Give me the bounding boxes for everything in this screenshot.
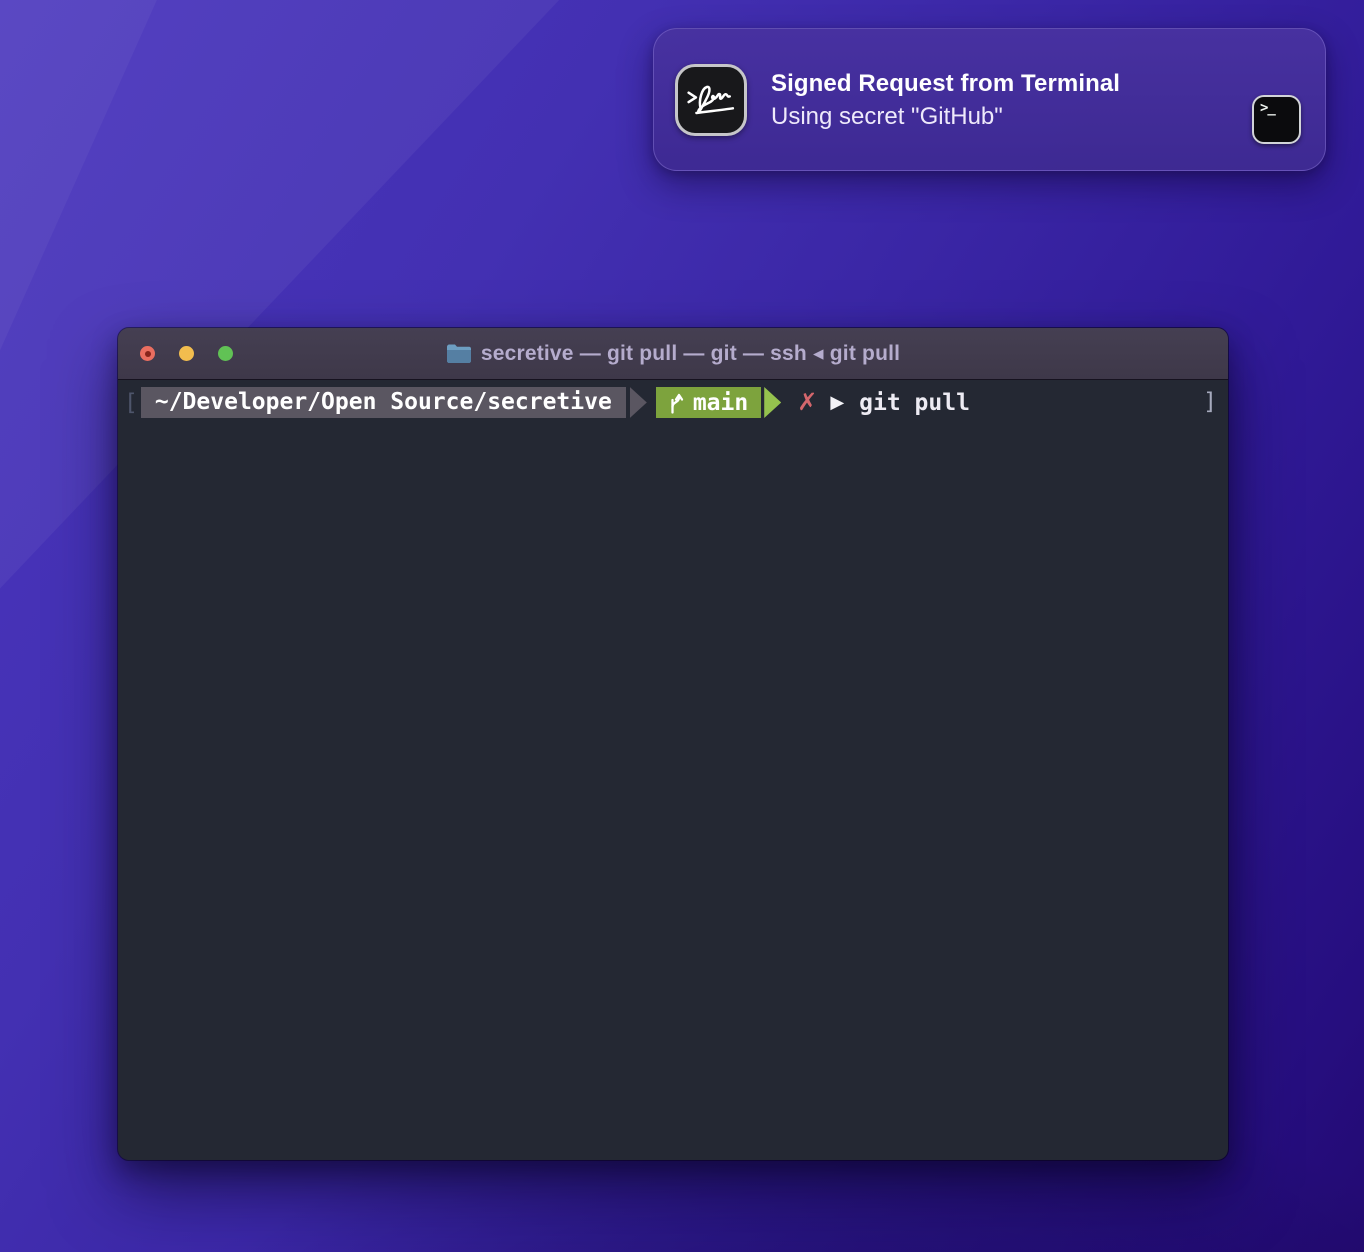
error-status-icon: ✗ <box>797 387 817 418</box>
prompt-symbol-icon: ▶ <box>830 387 844 418</box>
powerline-separator-icon <box>630 387 647 418</box>
notification-banner[interactable]: Signed Request from Terminal Using secre… <box>653 28 1326 171</box>
window-title: secretive — git pull — git — ssh ◂ git p… <box>481 341 900 366</box>
terminal-prompt-glyph: >_ <box>1260 100 1275 116</box>
git-branch-name: main <box>693 390 748 416</box>
notification-text: Signed Request from Terminal Using secre… <box>771 68 1120 132</box>
prompt-cwd-segment: ~/Developer/Open Source/secretive <box>141 387 626 418</box>
git-branch-icon <box>667 391 684 414</box>
shell-prompt-line: [ ~/Developer/Open Source/secretive main… <box>124 387 1222 418</box>
typed-command[interactable]: git pull <box>859 390 970 416</box>
signature-icon <box>685 82 737 118</box>
window-titlebar[interactable]: secretive — git pull — git — ssh ◂ git p… <box>118 328 1228 380</box>
edited-dot <box>145 351 151 357</box>
folder-icon <box>446 343 472 364</box>
zoom-button[interactable] <box>218 346 233 361</box>
terminal-window[interactable]: secretive — git pull — git — ssh ◂ git p… <box>118 328 1228 1160</box>
terminal-app-icon: >_ <box>1252 95 1301 144</box>
window-controls <box>140 328 233 379</box>
notification-title: Signed Request from Terminal <box>771 68 1120 99</box>
prompt-frame-close: ] <box>1203 387 1217 418</box>
prompt-frame-open: [ <box>124 390 138 416</box>
minimize-button[interactable] <box>179 346 194 361</box>
secretive-app-icon <box>675 64 747 136</box>
notification-subtitle: Using secret "GitHub" <box>771 101 1120 132</box>
terminal-screen[interactable]: [ ~/Developer/Open Source/secretive main… <box>118 380 1228 1159</box>
title-group: secretive — git pull — git — ssh ◂ git p… <box>446 341 900 366</box>
close-button[interactable] <box>140 346 155 361</box>
prompt-git-segment: main <box>656 387 761 418</box>
powerline-separator-icon <box>764 387 781 418</box>
